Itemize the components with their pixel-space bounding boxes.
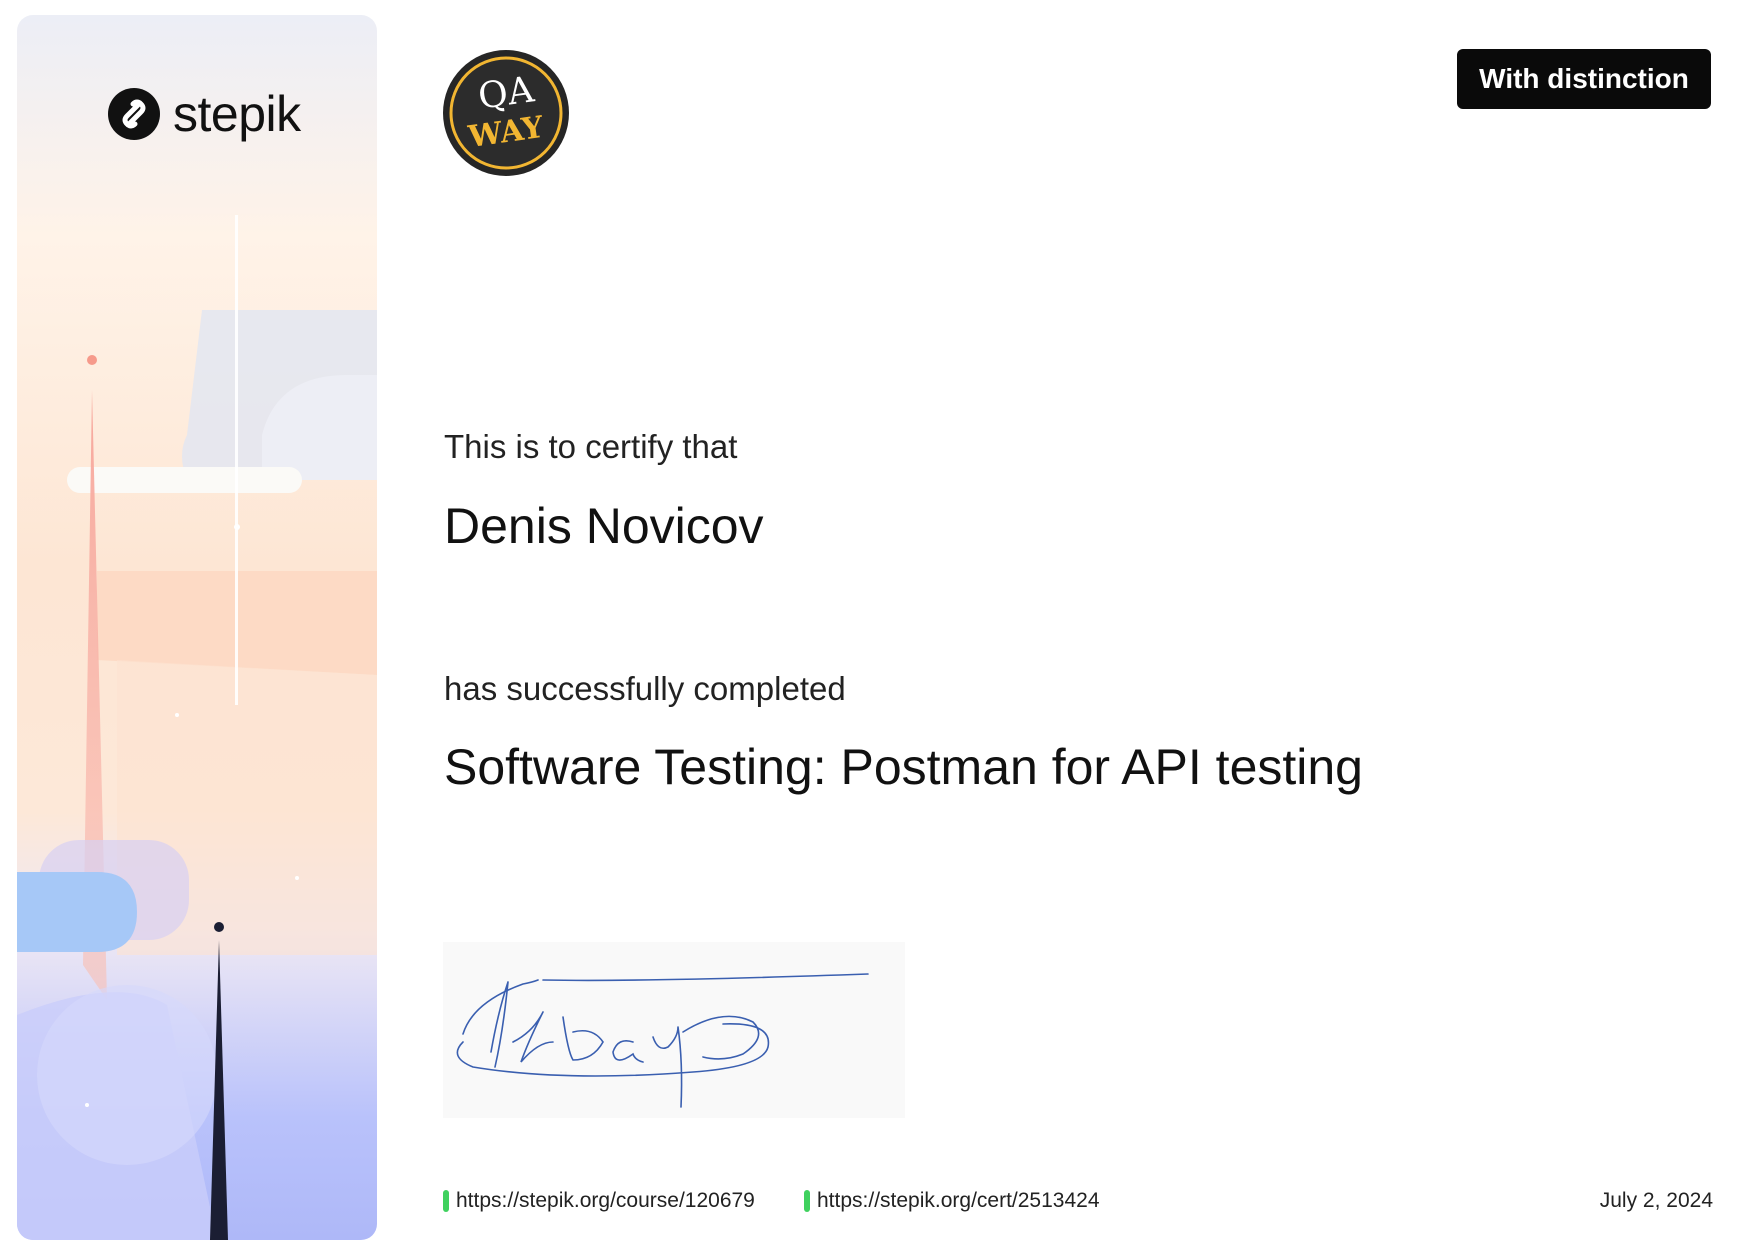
recipient-name: Denis Novicov bbox=[444, 498, 764, 554]
course-url[interactable]: https://stepik.org/course/120679 bbox=[456, 1189, 755, 1213]
dark-dot bbox=[214, 922, 224, 932]
signature-area bbox=[443, 942, 905, 1118]
white-line bbox=[235, 215, 238, 705]
distinction-badge: With distinction bbox=[1457, 49, 1711, 109]
blue-pill bbox=[17, 872, 137, 952]
completed-text: has successfully completed bbox=[444, 670, 846, 707]
stepik-logo-text: stepik bbox=[173, 86, 301, 142]
green-marker bbox=[443, 1190, 449, 1212]
sparkle bbox=[175, 713, 179, 717]
lavender-circle bbox=[37, 985, 217, 1165]
decorative-side-panel: stepik bbox=[17, 15, 377, 1240]
stepik-logo: stepik bbox=[107, 85, 301, 143]
certificate-date: July 2, 2024 bbox=[1599, 1189, 1713, 1212]
sparkle bbox=[295, 876, 299, 880]
bg-pill bbox=[67, 467, 302, 493]
sparkle bbox=[234, 524, 240, 530]
side-panel-art bbox=[17, 215, 377, 1240]
pink-dot bbox=[87, 355, 97, 365]
course-link[interactable]: https://stepik.org/course/120679 bbox=[443, 1189, 755, 1213]
qa-way-badge: QA WAY bbox=[442, 49, 570, 177]
cert-link[interactable]: https://stepik.org/cert/2513424 bbox=[804, 1189, 1100, 1213]
course-title: Software Testing: Postman for API testin… bbox=[444, 739, 1363, 795]
stepik-logo-icon bbox=[108, 88, 160, 140]
cert-url[interactable]: https://stepik.org/cert/2513424 bbox=[817, 1189, 1100, 1213]
sparkle bbox=[85, 1103, 89, 1107]
green-marker bbox=[804, 1190, 810, 1212]
certify-text: This is to certify that bbox=[444, 428, 738, 465]
signature-image bbox=[456, 973, 869, 1108]
